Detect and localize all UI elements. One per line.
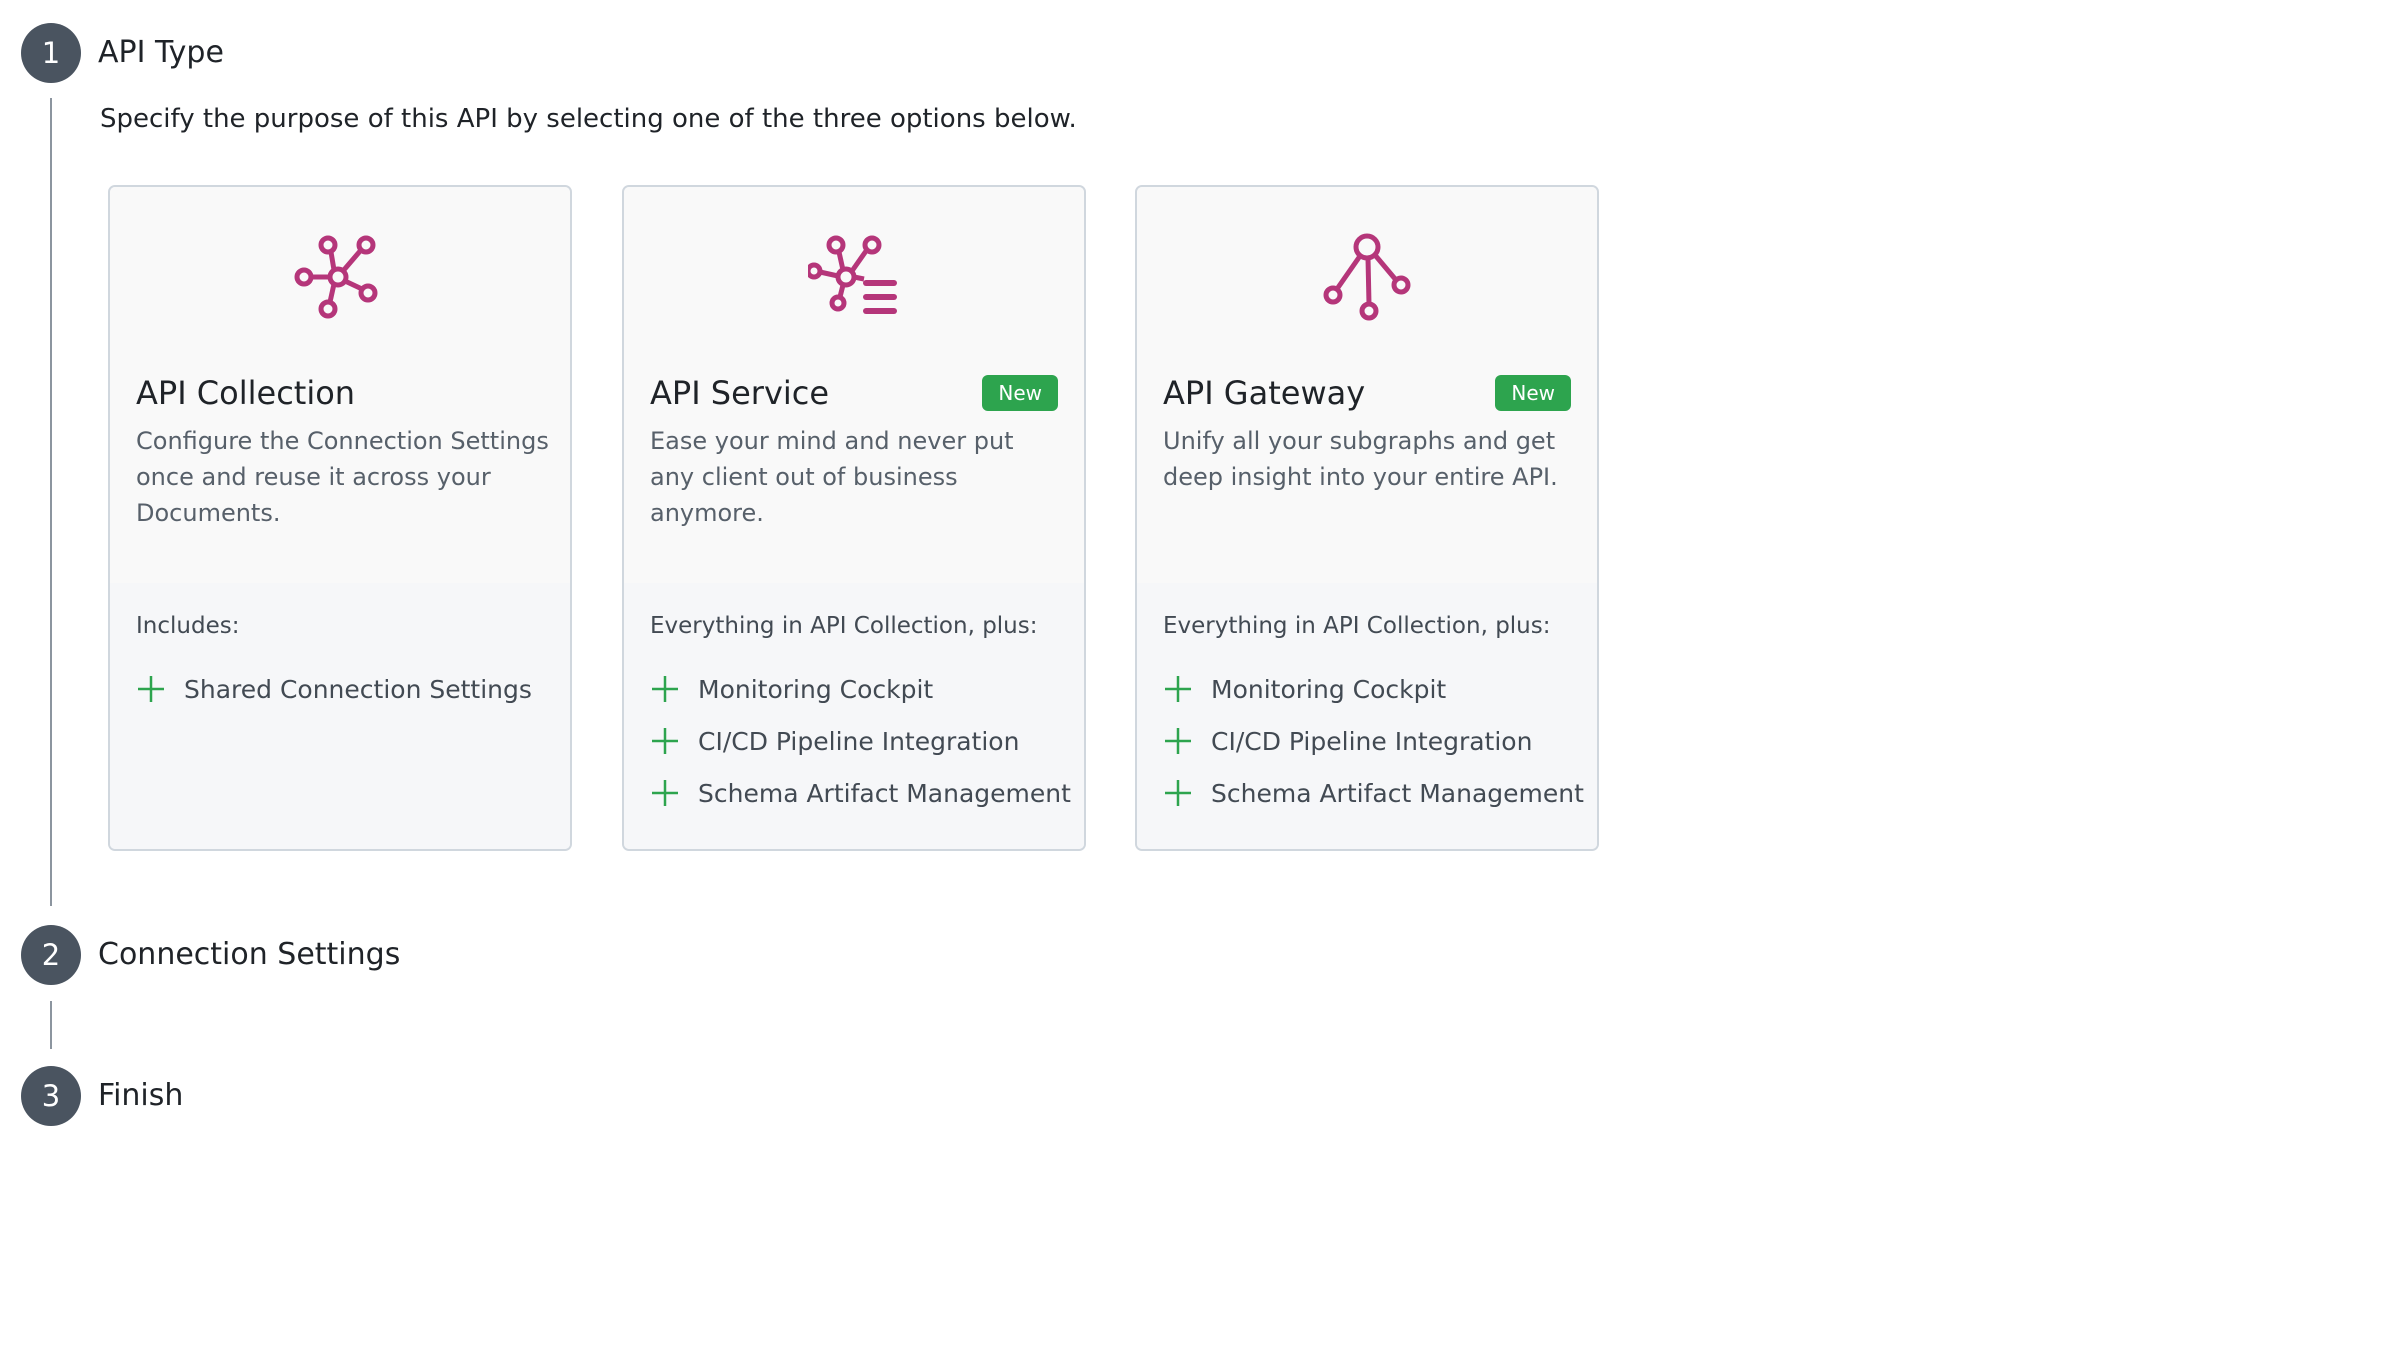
includes-label: Includes: [136, 613, 240, 639]
card-description: Ease your mind and never put any client … [650, 427, 1014, 527]
feature-label: Monitoring Cockpit [1211, 674, 1447, 704]
feature-item: CI/CD Pipeline Integration [650, 715, 1071, 767]
includes-label: Everything in API Collection, plus: [650, 613, 1038, 639]
feature-label: Shared Connection Settings [184, 674, 532, 704]
includes-label: Everything in API Collection, plus: [1163, 613, 1551, 639]
step-1-number: 1 [21, 23, 81, 83]
feature-list: Shared Connection Settings [136, 663, 532, 715]
api-setup-stepper: 1 API Type Specify the purpose of this A… [0, 0, 2400, 1350]
feature-label: CI/CD Pipeline Integration [1211, 726, 1533, 756]
feature-label: Monitoring Cockpit [698, 674, 934, 704]
card-title: API Gateway [1163, 374, 1366, 412]
card-description: Configure the Connection Settings once a… [136, 427, 549, 527]
new-badge: New [982, 375, 1058, 411]
step-1-description: Specify the purpose of this API by selec… [100, 104, 1077, 134]
feature-item: Shared Connection Settings [136, 663, 532, 715]
new-badge: New [1495, 375, 1571, 411]
plus-icon [138, 676, 164, 702]
step-1-title[interactable]: API Type [98, 33, 224, 73]
plus-icon [652, 728, 678, 754]
step-2-number: 2 [21, 925, 81, 985]
api-gateway-card[interactable]: API Gateway New Unify all your subgraphs… [1135, 185, 1599, 851]
feature-item: Monitoring Cockpit [650, 663, 1071, 715]
gateway-tree-icon [1323, 233, 1411, 321]
step-connector [50, 1001, 52, 1049]
plus-icon [1165, 780, 1191, 806]
feature-list: Monitoring Cockpit CI/CD Pipeline Integr… [650, 663, 1071, 819]
network-hub-icon [294, 235, 378, 319]
api-collection-card[interactable]: API Collection Configure the Connection … [108, 185, 572, 851]
card-title: API Service [650, 374, 830, 412]
plus-icon [1165, 676, 1191, 702]
feature-item: Monitoring Cockpit [1163, 663, 1584, 715]
step-connector [50, 98, 52, 906]
plus-icon [1165, 728, 1191, 754]
step-2-title[interactable]: Connection Settings [98, 935, 400, 975]
feature-item: Schema Artifact Management [650, 767, 1071, 819]
step-3-number: 3 [21, 1066, 81, 1126]
api-service-card[interactable]: API Service New Ease your mind and never… [622, 185, 1086, 851]
feature-item: CI/CD Pipeline Integration [1163, 715, 1584, 767]
plus-icon [652, 780, 678, 806]
feature-label: Schema Artifact Management [1211, 778, 1584, 808]
feature-list: Monitoring Cockpit CI/CD Pipeline Integr… [1163, 663, 1584, 819]
network-database-icon [808, 235, 897, 314]
feature-item: Schema Artifact Management [1163, 767, 1584, 819]
step-3-title[interactable]: Finish [98, 1076, 183, 1116]
card-title: API Collection [136, 374, 356, 412]
plus-icon [652, 676, 678, 702]
feature-label: CI/CD Pipeline Integration [698, 726, 1020, 756]
feature-label: Schema Artifact Management [698, 778, 1071, 808]
card-description: Unify all your subgraphs and get deep in… [1163, 427, 1558, 491]
